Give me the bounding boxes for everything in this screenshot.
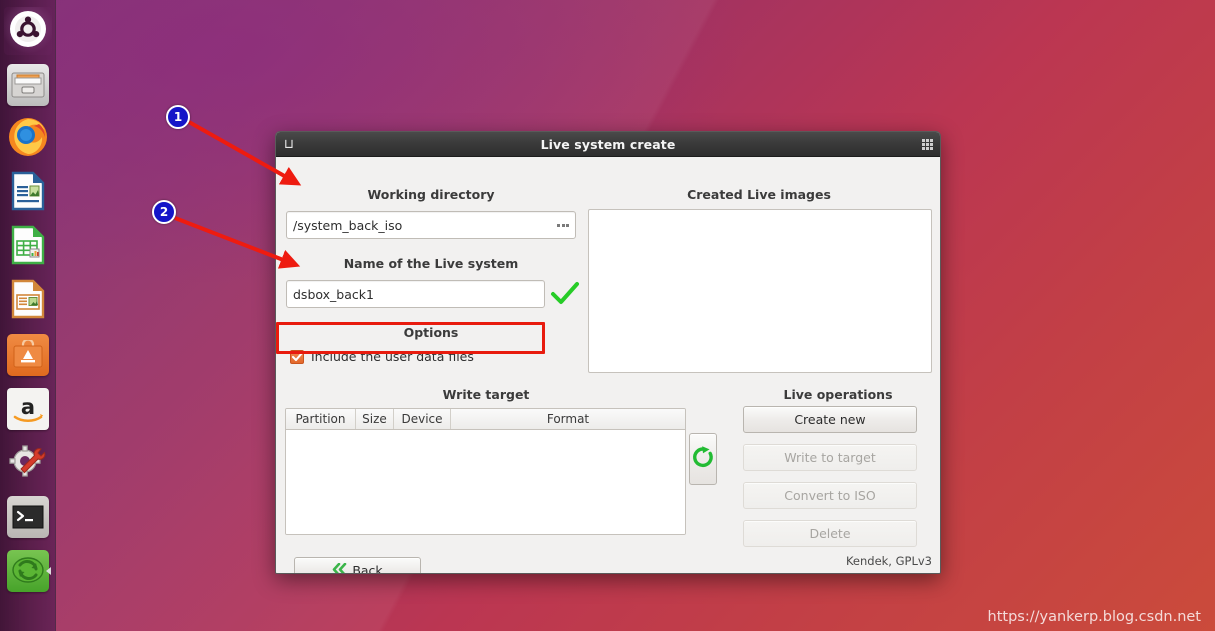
systemback-icon	[6, 550, 49, 592]
launcher-running-indicator	[45, 567, 51, 575]
ubuntu-software-icon	[6, 334, 49, 376]
delete-button[interactable]: Delete	[743, 520, 917, 547]
refresh-button[interactable]	[689, 433, 717, 485]
write-target-table[interactable]: Partition Size Device Format	[285, 408, 686, 535]
annotation-marker-2: 2	[152, 200, 176, 224]
double-chevron-left-icon	[332, 562, 347, 573]
launcher-item-ubuntu-dash[interactable]	[3, 7, 52, 55]
refresh-icon	[691, 445, 715, 474]
checkbox-highlight-box	[276, 322, 545, 354]
column-header-device[interactable]: Device	[394, 409, 451, 429]
annotation-marker-1: 1	[166, 105, 190, 129]
launcher-item-ubuntu-software[interactable]	[4, 331, 52, 379]
write-to-target-button-label: Write to target	[784, 450, 876, 465]
terminal-icon	[6, 496, 49, 538]
delete-button-label: Delete	[809, 526, 851, 541]
write-target-body[interactable]	[286, 430, 685, 534]
write-target-label: Write target	[442, 387, 530, 402]
working-directory-label: Working directory	[367, 187, 495, 202]
libreoffice-calc-icon	[9, 225, 47, 269]
column-header-format[interactable]: Format	[451, 409, 685, 429]
libreoffice-impress-icon	[9, 279, 47, 323]
back-button[interactable]: Back	[294, 557, 421, 574]
convert-to-iso-button-label: Convert to ISO	[784, 488, 876, 503]
working-directory-value: /system_back_iso	[293, 217, 403, 233]
launcher-item-firefox[interactable]	[4, 115, 52, 163]
ellipsis-icon[interactable]	[557, 223, 569, 227]
live-system-name-value: dsbox_back1	[293, 286, 374, 302]
back-button-label: Back	[352, 563, 383, 574]
menu-glyph-icon[interactable]: ⊔	[276, 138, 302, 151]
column-header-size[interactable]: Size	[356, 409, 394, 429]
system-settings-icon	[8, 441, 48, 485]
live-operations-label: Live operations	[783, 387, 893, 402]
launcher-item-files[interactable]	[4, 61, 52, 109]
firefox-icon	[7, 116, 49, 162]
window-title: Live system create	[540, 136, 676, 152]
launcher-item-system-settings[interactable]	[4, 439, 52, 487]
created-live-images-list[interactable]	[588, 209, 932, 373]
created-live-images-label: Created Live images	[687, 187, 831, 202]
grip-dots-icon[interactable]	[914, 138, 940, 150]
launcher-item-libreoffice-impress[interactable]	[4, 277, 52, 325]
create-new-button[interactable]: Create new	[743, 406, 917, 433]
green-check-icon	[550, 281, 580, 311]
window-client-area: Working directory /system_back_iso Name …	[276, 157, 940, 574]
live-system-name-field[interactable]: dsbox_back1	[286, 280, 545, 308]
launcher-item-terminal[interactable]	[4, 493, 52, 541]
write-to-target-button[interactable]: Write to target	[743, 444, 917, 471]
column-header-partition[interactable]: Partition	[286, 409, 356, 429]
files-icon	[6, 64, 49, 106]
launcher-item-amazon[interactable]: a	[4, 385, 52, 433]
live-system-name-label: Name of the Live system	[343, 256, 519, 271]
launcher-item-systemback[interactable]	[4, 547, 52, 595]
libreoffice-writer-icon	[9, 171, 47, 215]
working-directory-field[interactable]: /system_back_iso	[286, 211, 576, 239]
credit-text: Kendek, GPLv3	[845, 554, 932, 568]
launcher-item-libreoffice-calc[interactable]	[4, 223, 52, 271]
ubuntu-dash-icon	[8, 9, 48, 53]
amazon-icon: a	[6, 388, 49, 430]
create-new-button-label: Create new	[794, 412, 866, 427]
convert-to-iso-button[interactable]: Convert to ISO	[743, 482, 917, 509]
window-titlebar[interactable]: ⊔ Live system create	[276, 132, 940, 157]
unity-launcher[interactable]: a	[0, 0, 56, 631]
watermark-url: https://yankerp.blog.csdn.net	[987, 609, 1201, 625]
write-target-header-row: Partition Size Device Format	[286, 409, 685, 430]
launcher-item-libreoffice-writer[interactable]	[4, 169, 52, 217]
svg-text:a: a	[20, 395, 34, 419]
